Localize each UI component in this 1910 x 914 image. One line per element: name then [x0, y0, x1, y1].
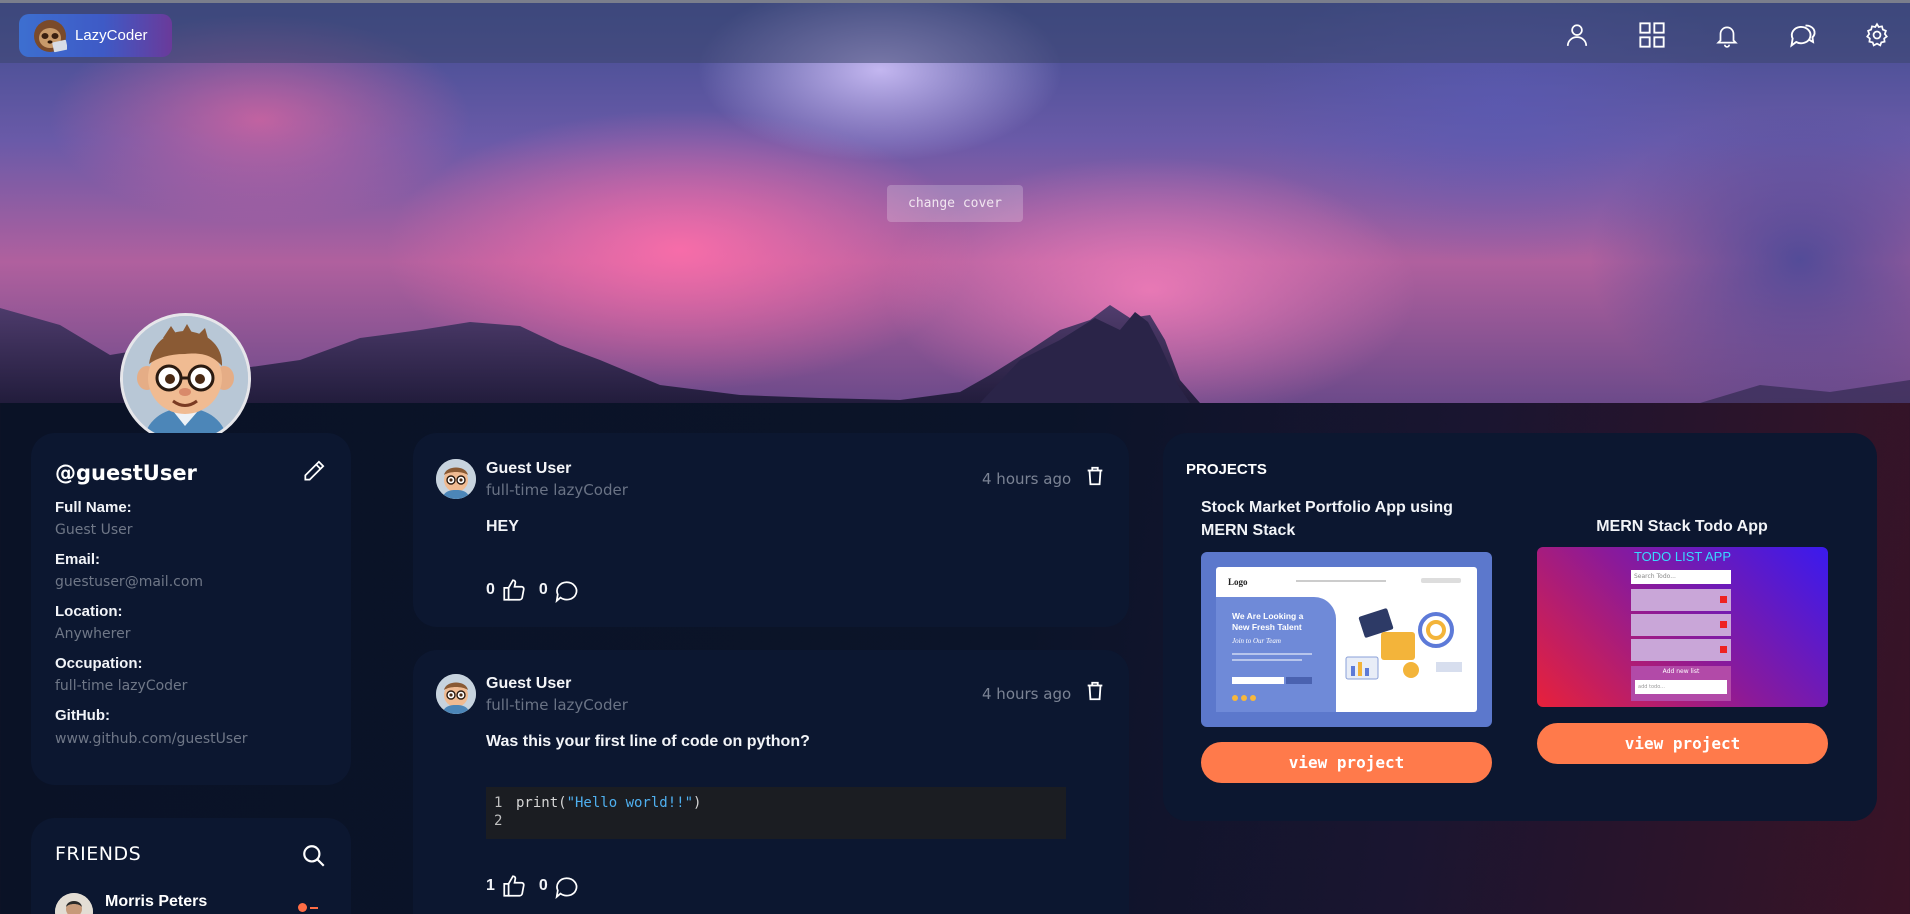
line-number: 1 — [494, 795, 503, 811]
post-author-name[interactable]: Guest User — [486, 675, 571, 693]
comment-icon[interactable] — [554, 577, 580, 603]
post-author-name[interactable]: Guest User — [486, 460, 571, 478]
code-snippet: 1 print("Hello world!!") 2 — [486, 787, 1066, 839]
sloth-logo-icon — [33, 19, 68, 53]
settings-icon[interactable] — [1862, 20, 1892, 50]
preview-dot — [1250, 695, 1256, 701]
delete-trash-icon[interactable] — [1084, 465, 1106, 487]
code-string: "Hello world!!" — [566, 795, 694, 811]
project-title: MERN Stack Todo App — [1596, 518, 1768, 535]
post-actions: 0 0 — [486, 577, 592, 603]
email-label: Email: — [55, 551, 101, 568]
preview-copy — [1232, 659, 1302, 661]
preview-heading: TODO LIST APP — [1633, 549, 1732, 564]
edit-pencil-icon[interactable] — [301, 458, 327, 484]
post-author-avatar[interactable] — [436, 459, 476, 499]
chat-icon[interactable] — [1787, 20, 1817, 50]
preview-delete — [1720, 621, 1727, 628]
user-icon[interactable] — [1562, 20, 1592, 50]
preview-todo-item — [1631, 589, 1731, 611]
preview-logo: Logo — [1228, 577, 1248, 587]
preview-nav — [1296, 580, 1386, 582]
preview-hero: We Are Looking a New Fresh Talent Join to… — [1216, 597, 1336, 712]
post-author-subtitle: full-time lazyCoder — [486, 696, 628, 714]
friend-name[interactable]: Morris Peters — [105, 893, 207, 911]
delete-trash-icon[interactable] — [1084, 680, 1106, 702]
preview-button — [1286, 677, 1312, 684]
comment-count: 0 — [538, 581, 548, 598]
post-author-avatar[interactable] — [436, 674, 476, 714]
remove-friend-icon[interactable] — [298, 903, 307, 912]
preview-dot — [1232, 695, 1238, 701]
preview-add-panel: Add new list add todo... — [1631, 666, 1731, 701]
preview-headline-line: New Fresh Talent — [1232, 622, 1302, 632]
github-label: GitHub: — [55, 707, 110, 724]
github-link[interactable]: www.github.com/guestUser — [55, 731, 248, 747]
email-value: guestuser@mail.com — [55, 574, 204, 590]
preview-input — [1232, 677, 1284, 684]
location-label: Location: — [55, 603, 123, 620]
preview-screen: Logo We Are Looking a New Fresh Talent Jo… — [1216, 567, 1477, 712]
location-value: Anywherer — [55, 626, 131, 642]
top-navbar: LazyCoder — [0, 0, 1910, 63]
comment-icon[interactable] — [554, 873, 580, 899]
view-project-button[interactable]: view project — [1201, 742, 1492, 783]
preview-add-label: Add new list — [1662, 668, 1700, 675]
preview-todo-item — [1631, 614, 1731, 636]
occupation-value: full-time lazyCoder — [55, 678, 188, 694]
thumbs-up-icon[interactable] — [501, 873, 527, 899]
post-actions: 1 0 — [486, 873, 592, 899]
project-preview-image[interactable]: TODO LIST APP Search Todo... Add new lis… — [1537, 547, 1828, 707]
post-timestamp: 4 hours ago — [982, 685, 1072, 703]
comment-count: 0 — [538, 877, 548, 894]
code-line: 1 print("Hello world!!") — [494, 794, 1058, 812]
search-icon[interactable] — [301, 843, 327, 869]
occupation-label: Occupation: — [55, 655, 143, 672]
profile-username: @guestUser — [55, 461, 197, 485]
preview-tagline: Join to Our Team — [1232, 637, 1281, 645]
preview-copy — [1232, 653, 1312, 655]
post-author-subtitle: full-time lazyCoder — [486, 481, 628, 499]
project-preview-image[interactable]: Logo We Are Looking a New Fresh Talent Jo… — [1201, 552, 1492, 727]
friends-heading: FRIENDS — [55, 843, 142, 865]
preview-todo-item — [1631, 639, 1731, 661]
preview-add-input: add todo... — [1635, 680, 1727, 694]
preview-dot — [1241, 695, 1247, 701]
code-line: 2 — [494, 812, 1058, 830]
preview-delete — [1720, 596, 1727, 603]
project-title: Stock Market Portfolio App using MERN St… — [1201, 499, 1453, 539]
preview-illustration-icon — [1345, 608, 1462, 680]
code-token: ) — [693, 795, 702, 811]
preview-headline: We Are Looking a New Fresh Talent — [1232, 611, 1303, 633]
preview-search — [1421, 578, 1461, 583]
brand-name: LazyCoder — [75, 27, 148, 44]
like-count: 0 — [486, 581, 495, 598]
view-project-button[interactable]: view project — [1537, 723, 1828, 764]
code-token: print( — [516, 795, 567, 811]
like-count: 1 — [486, 877, 495, 894]
post-timestamp: 4 hours ago — [982, 470, 1072, 488]
bell-icon[interactable] — [1712, 20, 1742, 50]
remove-friend-dash — [310, 907, 318, 909]
preview-headline-line: We Are Looking a — [1232, 611, 1304, 621]
brand-logo-button[interactable]: LazyCoder — [19, 14, 172, 57]
grid-icon[interactable] — [1637, 20, 1667, 50]
preview-search: Search Todo... — [1631, 570, 1731, 584]
line-number: 2 — [494, 813, 503, 829]
full-name-value: Guest User — [55, 522, 133, 538]
preview-delete — [1720, 646, 1727, 653]
thumbs-up-icon[interactable] — [501, 577, 527, 603]
change-cover-button[interactable]: change cover — [887, 185, 1023, 222]
full-name-label: Full Name: — [55, 499, 132, 516]
post-text: Was this your first line of code on pyth… — [486, 733, 810, 750]
post-text: HEY — [486, 518, 519, 535]
profile-avatar[interactable] — [120, 313, 251, 444]
projects-heading: PROJECTS — [1186, 461, 1267, 478]
